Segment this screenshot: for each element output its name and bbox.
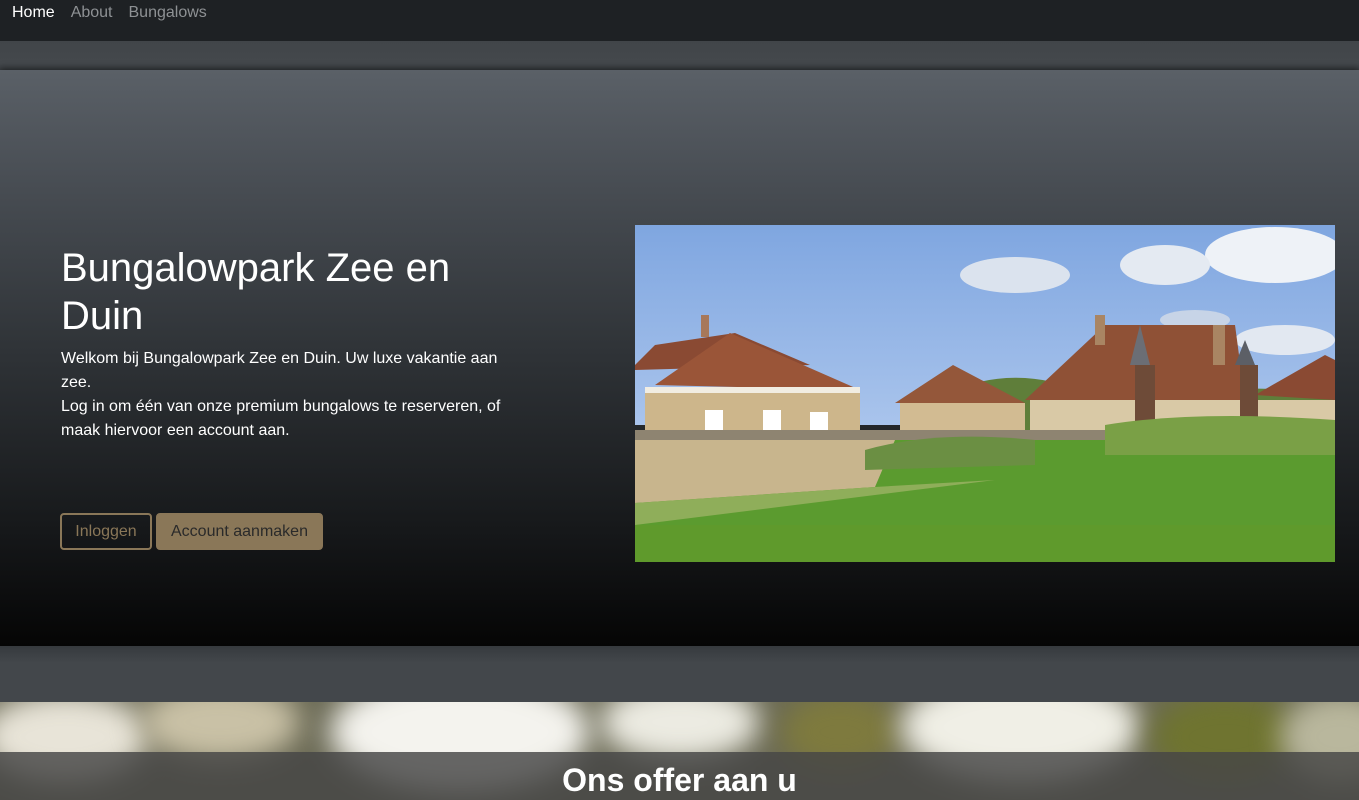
offer-title-bar: Ons offer aan u (0, 752, 1359, 800)
top-navbar: Home About Bungalows (0, 0, 1359, 41)
nav-link-home[interactable]: Home (12, 0, 55, 22)
bottom-band (0, 646, 1359, 702)
hero-section: Bungalowpark Zee en Duin Welkom bij Bung… (0, 70, 1359, 646)
nav-link-bungalows[interactable]: Bungalows (129, 0, 207, 22)
login-button[interactable]: Inloggen (60, 513, 152, 550)
nav-link-about[interactable]: About (71, 0, 113, 22)
top-band (0, 41, 1359, 70)
bungalowpark-photo (635, 225, 1335, 562)
create-account-button[interactable]: Account aanmaken (156, 513, 323, 550)
hero-intro-line-2: Log in om één van onze premium bungalows… (61, 398, 501, 439)
offer-section: Ons offer aan u (0, 702, 1359, 800)
hero-title: Bungalowpark Zee en Duin (61, 246, 451, 338)
hero-intro-line-1: Welkom bij Bungalowpark Zee en Duin. Uw … (61, 350, 498, 391)
hero-intro: Welkom bij Bungalowpark Zee en Duin. Uw … (61, 347, 521, 443)
offer-title: Ons offer aan u (562, 762, 797, 798)
